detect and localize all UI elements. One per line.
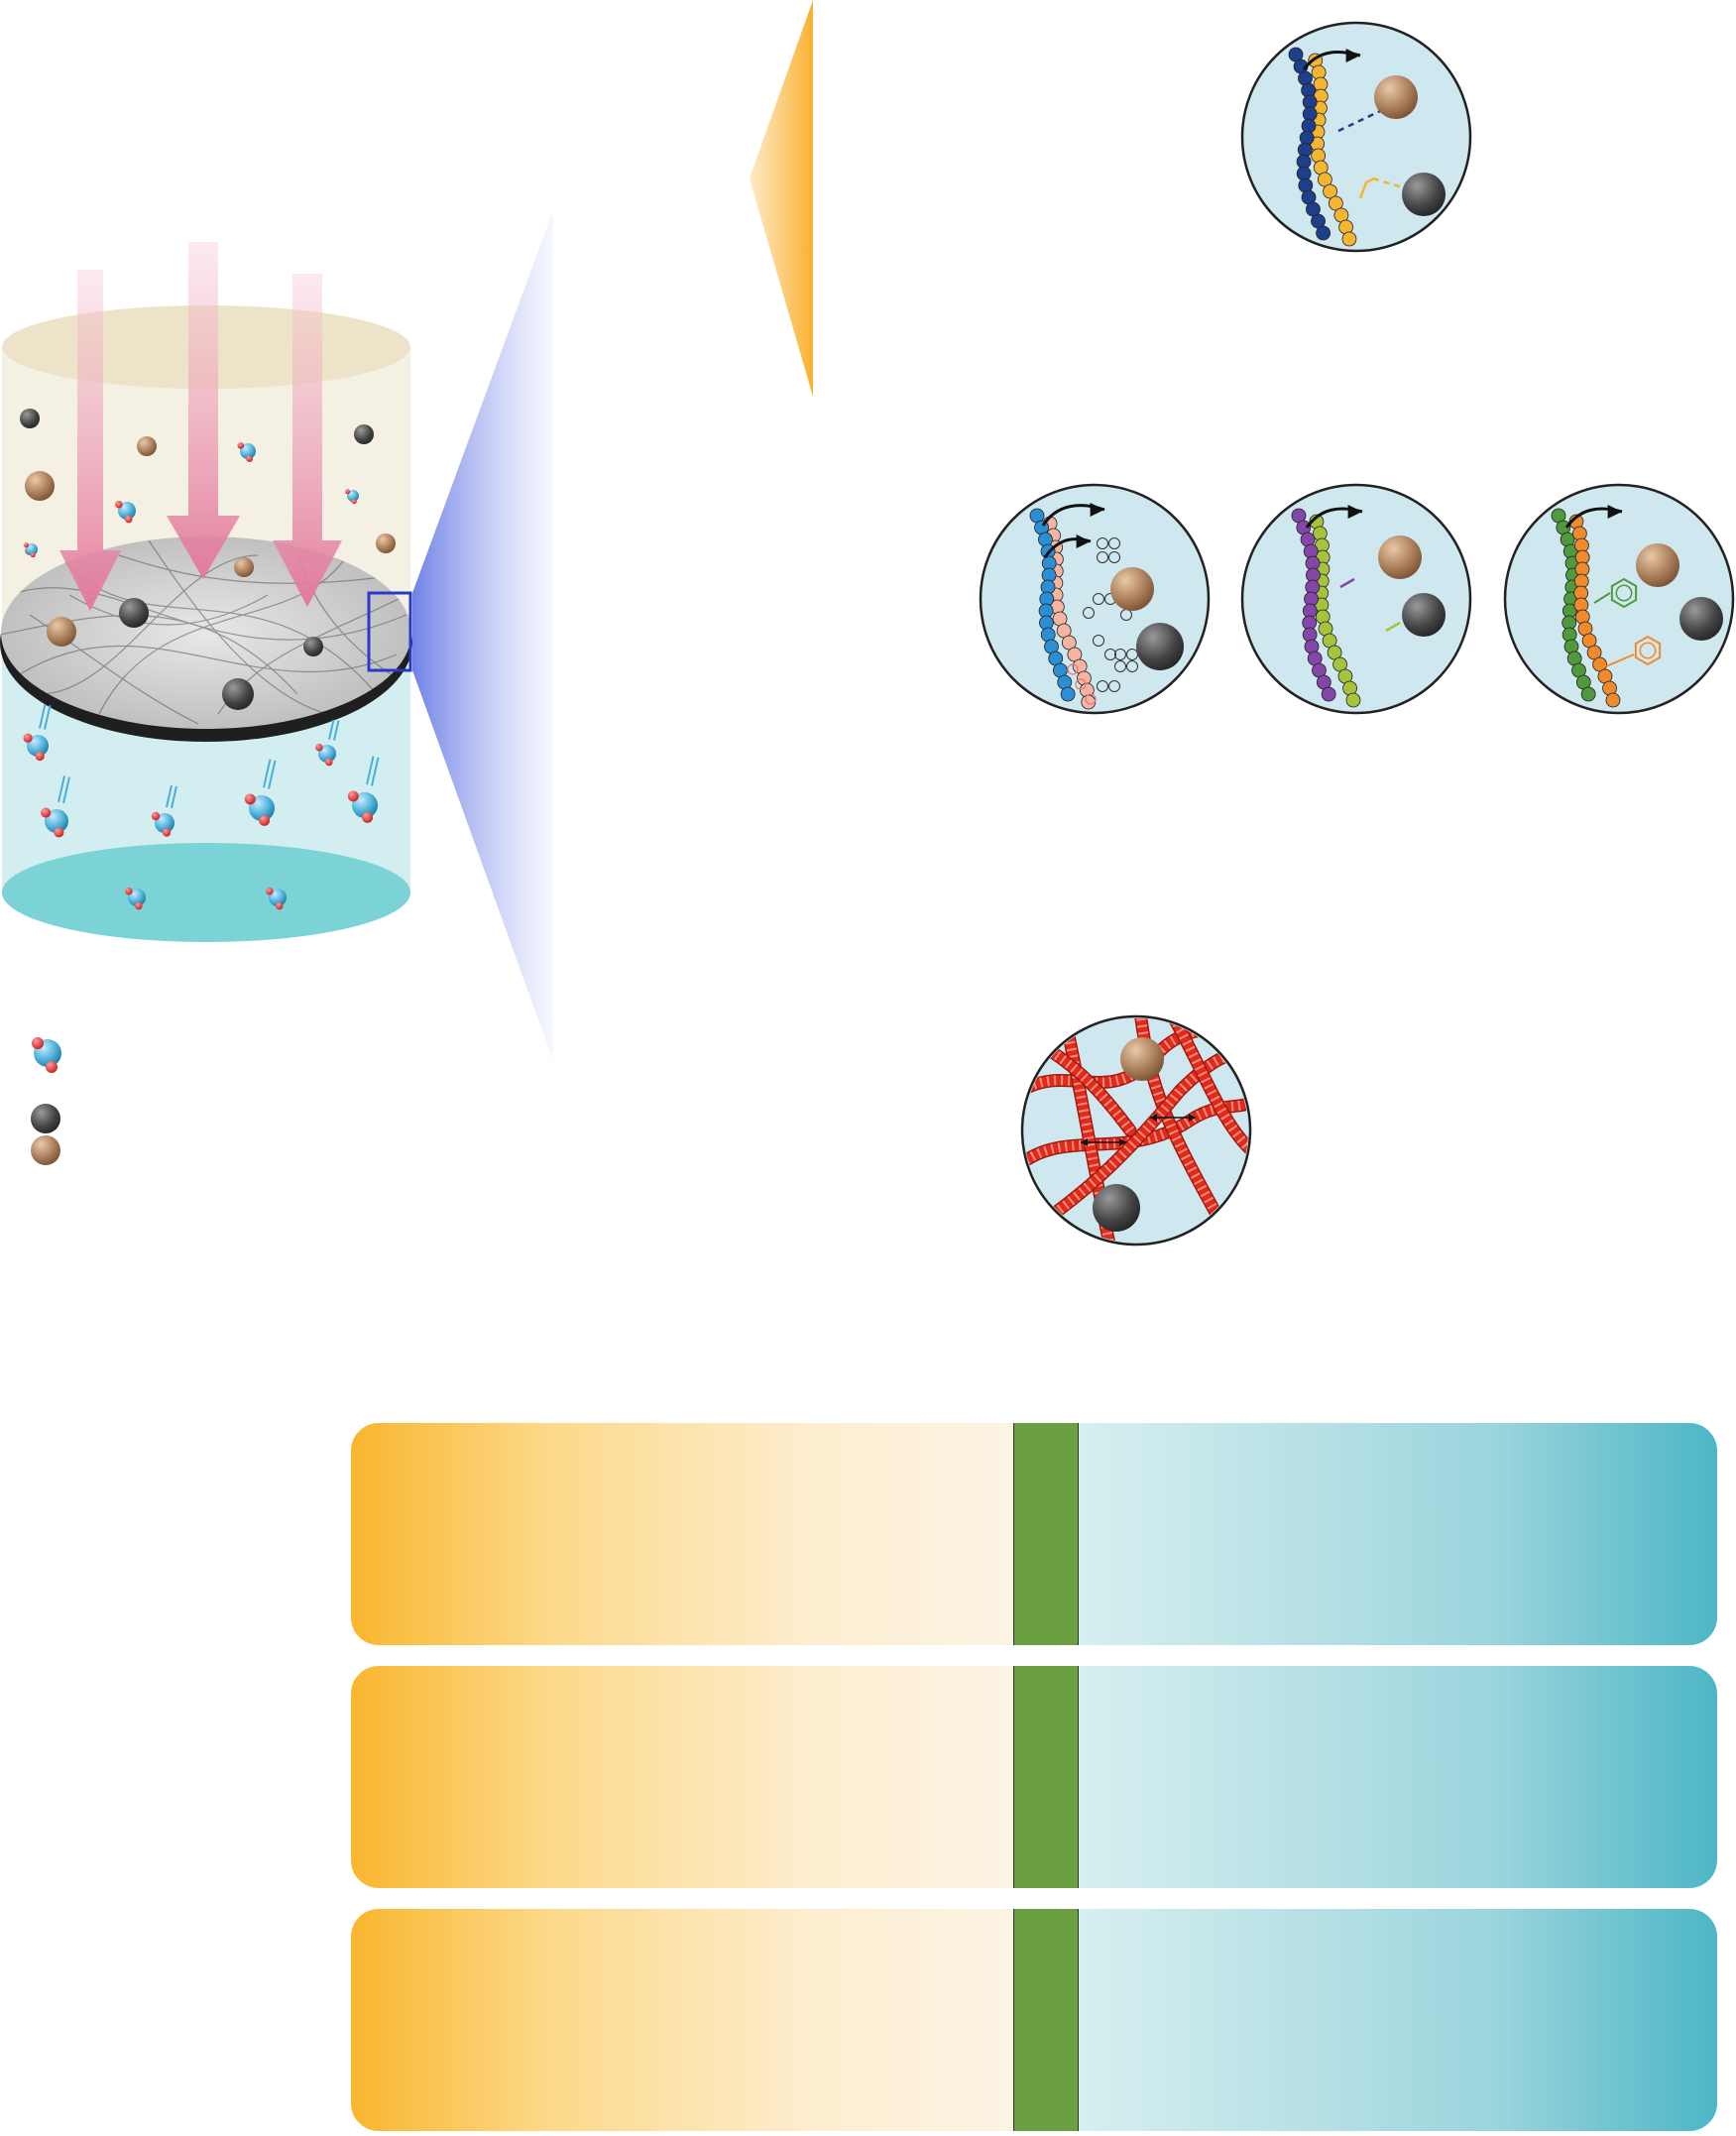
brown-solute-icon xyxy=(1636,543,1679,587)
comparison-bar-1 xyxy=(351,1423,1717,1645)
dark-solute-icon xyxy=(1402,593,1446,637)
legend-water-icon xyxy=(32,1037,61,1073)
inset-charge-interaction xyxy=(1240,21,1472,253)
dark-solute-icon xyxy=(1093,1184,1140,1232)
dark-solute-icon xyxy=(1679,597,1723,641)
bar-right-segment xyxy=(1079,1666,1717,1888)
brown-solute-icon xyxy=(1378,535,1422,579)
comparison-bar-3 xyxy=(351,1909,1717,2131)
bar-middle-segment xyxy=(1013,1909,1079,2131)
permeate-bottom xyxy=(2,843,410,942)
inset-pi-interaction xyxy=(1503,483,1735,715)
zoom-fan-orange xyxy=(750,0,813,397)
inset-hydration xyxy=(979,483,1211,715)
pressure-arrows xyxy=(59,242,342,611)
comparison-bar-2 xyxy=(351,1666,1717,1888)
dark-solute-icon xyxy=(1136,623,1184,670)
bar-right-segment xyxy=(1079,1423,1717,1645)
inset-size-exclusion xyxy=(1020,1014,1252,1246)
dark-solute-icon xyxy=(1402,173,1446,216)
brown-solute-icon xyxy=(1374,75,1418,119)
mechanism-insets xyxy=(979,21,1735,1246)
zoom-fan-blue xyxy=(412,210,553,1061)
brown-solute-icon xyxy=(1120,1037,1164,1081)
brown-solute-icon xyxy=(1110,567,1154,611)
inset-hydrogen-bond xyxy=(1240,483,1472,715)
bar-left-segment xyxy=(351,1909,1013,2131)
legend-brown-solute-icon xyxy=(31,1135,60,1165)
bar-middle-segment xyxy=(1013,1423,1079,1645)
bar-left-segment xyxy=(351,1666,1013,1888)
legend xyxy=(31,1037,61,1165)
membrane-cylinder xyxy=(0,242,412,942)
bar-right-segment xyxy=(1079,1909,1717,2131)
bar-middle-segment xyxy=(1013,1666,1079,1888)
bar-left-segment xyxy=(351,1423,1013,1645)
legend-dark-solute-icon xyxy=(31,1104,60,1133)
